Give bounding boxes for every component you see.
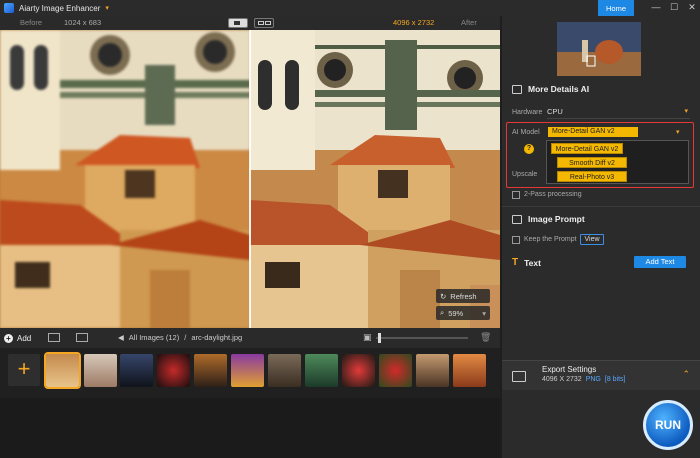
after-image — [250, 30, 500, 328]
compare-divider-handle[interactable] — [249, 30, 251, 328]
trash-icon[interactable]: 🗑 — [480, 332, 491, 343]
before-image — [0, 30, 250, 328]
thumbnail-tiger[interactable] — [194, 354, 227, 387]
export-size: 4096 X 2732 — [542, 376, 582, 383]
text-section: T Text — [512, 257, 541, 268]
app-menu-chevron-icon[interactable]: ▾ — [105, 4, 109, 12]
thumbnail-strawberry[interactable] — [342, 354, 375, 387]
thumbnail-city[interactable] — [453, 354, 486, 387]
thumbnail-zoom-slider[interactable] — [376, 333, 468, 343]
model-option-smooth-diff[interactable]: Smooth Diff v2 — [557, 157, 627, 168]
thumbnail-moth[interactable] — [268, 354, 301, 387]
refresh-icon: ↻ — [440, 291, 447, 301]
thumbnail-strip: + — [0, 348, 500, 398]
ai-model-dropdown: More-Detail GAN v2 Smooth Diff v2 Real-P… — [546, 140, 689, 184]
image-size-icon: ▣ — [363, 332, 372, 342]
ai-model-label: AI Model — [512, 129, 540, 136]
export-title: Export Settings — [542, 365, 597, 374]
app-logo-icon — [4, 3, 14, 13]
back-arrow-icon[interactable]: ◀ — [118, 333, 124, 342]
view-prompt-button[interactable]: View — [580, 234, 604, 245]
breadcrumb: ◀ All Images (12) / arc-daylight.jpg — [118, 333, 242, 342]
title-bar: Aiarty Image Enhancer ▾ Home — ☐ ✕ — [0, 0, 700, 16]
hardware-value: CPU — [547, 107, 563, 116]
add-more-button[interactable]: + — [8, 354, 40, 386]
zoom-dropdown-icon[interactable]: ▾ — [482, 309, 486, 318]
two-pass-label: 2-Pass processing — [524, 191, 582, 198]
help-icon[interactable]: ? — [524, 144, 534, 154]
keep-prompt-checkbox[interactable] — [512, 236, 520, 244]
maximize-icon[interactable]: ☐ — [668, 2, 680, 13]
chevron-down-icon: ▾ — [684, 108, 688, 115]
thumbnail-poppy[interactable] — [379, 354, 412, 387]
breadcrumb-all-images[interactable]: All Images (12) — [129, 333, 179, 342]
zoom-icon: ⌕ — [440, 308, 445, 317]
ai-model-select[interactable]: More-Detail GAN v2 — [548, 127, 638, 137]
thumbnail-red-flower[interactable] — [157, 354, 190, 387]
slider-handle[interactable] — [377, 333, 381, 343]
add-image-button[interactable]: + Add — [4, 333, 32, 343]
add-label: Add — [17, 333, 32, 343]
thumbnail-woman[interactable] — [416, 354, 449, 387]
export-bits: [8 bits] — [604, 376, 626, 383]
thumbnail-parrot[interactable] — [231, 354, 264, 387]
refresh-label: Refresh — [450, 291, 477, 301]
refresh-button[interactable]: ↻ Refresh — [436, 289, 490, 303]
run-button[interactable]: RUN — [643, 400, 693, 450]
section-title-details: More Details AI — [528, 84, 590, 94]
thumbnail-bird[interactable] — [305, 354, 338, 387]
expand-up-icon[interactable]: ⌃ — [682, 369, 690, 380]
before-label: Before — [20, 18, 43, 27]
side-by-side-toggle[interactable] — [254, 18, 274, 28]
grid-view-icon[interactable] — [48, 333, 60, 342]
upscale-label: Upscale — [512, 171, 538, 178]
export-info: 4096 X 2732 PNG [8 bits] — [542, 376, 626, 383]
settings-panel: More Details AI Hardware CPU ▾ AI Model … — [502, 16, 700, 458]
export-settings[interactable]: Export Settings 4096 X 2732 PNG [8 bits]… — [502, 360, 700, 390]
model-option-more-detail[interactable]: More-Detail GAN v2 — [551, 143, 623, 154]
thumbnail-portrait[interactable] — [84, 354, 117, 387]
add-icon: + — [4, 333, 13, 343]
section-title-text: Text — [524, 257, 541, 268]
text-icon: T — [512, 257, 519, 268]
thumbnail-night-sky[interactable] — [120, 354, 153, 387]
model-option-real-photo[interactable]: Real-Photo v3 — [557, 171, 627, 182]
hardware-label: Hardware — [512, 109, 543, 116]
image-toolbar: + Add ◀ All Images (12) / arc-daylight.j… — [0, 328, 500, 348]
breadcrumb-file: arc-daylight.jpg — [191, 333, 243, 342]
section-title-prompt: Image Prompt — [528, 214, 585, 224]
divider — [502, 206, 700, 207]
compare-header: Before 1024 x 683 4096 x 2732 After — [0, 16, 500, 30]
image-prompt-section: Image Prompt — [512, 214, 585, 224]
enhance-icon — [512, 84, 522, 94]
strip-view-icon[interactable] — [76, 333, 88, 342]
zoom-value: 59% — [448, 308, 464, 318]
workspace-bottom — [0, 398, 500, 458]
zoom-control[interactable]: ⌕ 59% ▾ — [436, 306, 490, 320]
export-format: PNG — [585, 376, 601, 383]
before-resolution: 1024 x 683 — [64, 18, 102, 27]
image-viewer[interactable]: ↻ Refresh ⌕ 59% ▾ — [0, 30, 500, 328]
hardware-select[interactable]: CPU ▾ — [547, 107, 690, 119]
prompt-icon — [512, 214, 522, 224]
thumbnail-arc-daylight[interactable] — [44, 352, 81, 389]
split-view-toggle[interactable] — [228, 18, 248, 28]
after-resolution: 4096 x 2732 — [393, 18, 435, 27]
minimize-icon[interactable]: — — [650, 2, 662, 12]
close-icon[interactable]: ✕ — [686, 2, 698, 13]
more-details-section: More Details AI — [512, 84, 589, 94]
after-label: After — [461, 18, 477, 27]
add-text-button[interactable]: Add Text — [634, 256, 686, 268]
two-pass-checkbox[interactable] — [512, 191, 520, 199]
app-title: Aiarty Image Enhancer — [19, 3, 101, 13]
keep-prompt-label: Keep the Prompt — [524, 236, 577, 243]
chevron-down-icon[interactable]: ▾ — [676, 128, 680, 136]
home-button[interactable]: Home — [598, 0, 634, 16]
breadcrumb-separator: / — [184, 333, 187, 342]
export-settings-icon — [512, 371, 526, 382]
navigator-preview[interactable] — [557, 22, 641, 76]
